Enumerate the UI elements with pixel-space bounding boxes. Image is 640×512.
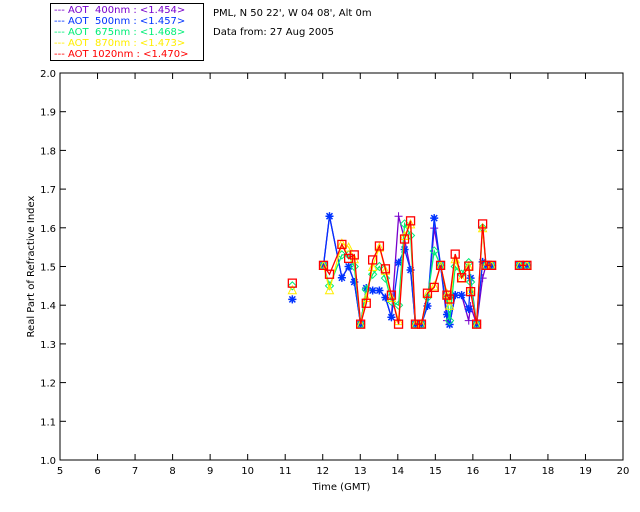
y-tick-label: 1.8 xyxy=(40,146,56,157)
y-tick-label: 1.1 xyxy=(40,417,56,428)
x-tick-label: 15 xyxy=(429,466,442,477)
star-marker xyxy=(325,212,334,221)
x-tick-label: 7 xyxy=(132,466,138,477)
y-tick-label: 1.4 xyxy=(40,301,56,312)
series-2 xyxy=(287,219,532,329)
x-tick-label: 9 xyxy=(207,466,213,477)
y-tick-label: 1.0 xyxy=(40,456,56,467)
x-tick-label: 10 xyxy=(241,466,254,477)
x-tick-label: 14 xyxy=(391,466,404,477)
x-tick-label: 17 xyxy=(504,466,517,477)
star-marker xyxy=(464,305,473,314)
star-marker xyxy=(337,273,346,282)
x-tick-label: 6 xyxy=(94,466,100,477)
series-line xyxy=(322,221,527,325)
star-marker xyxy=(344,262,353,271)
x-tick-label: 16 xyxy=(466,466,479,477)
plot-frame xyxy=(59,72,624,461)
star-marker xyxy=(430,214,439,223)
y-tick-label: 2.0 xyxy=(40,69,56,80)
y-tick-label: 1.2 xyxy=(40,379,56,390)
y-tick-label: 1.9 xyxy=(40,108,56,119)
star-marker xyxy=(375,286,384,295)
x-tick-label: 12 xyxy=(316,466,329,477)
y-tick-label: 1.3 xyxy=(40,340,56,351)
x-axis-label: Time (GMT) xyxy=(312,482,371,493)
x-tick-label: 5 xyxy=(57,466,63,477)
x-tick-label: 18 xyxy=(542,466,555,477)
plus-marker xyxy=(394,212,403,221)
x-tick-label: 11 xyxy=(279,466,292,477)
plus-marker xyxy=(464,316,473,325)
y-axis-label: Real Part of Refractive Index xyxy=(26,195,37,337)
plot-area: 5 6 7 8 9 10 11 12 13 14 15 16 17 18 19 20 1.0 1.1 1.2 1.3 1… xyxy=(26,69,630,493)
star-marker xyxy=(457,291,466,300)
x-tick-label: 20 xyxy=(617,466,630,477)
series-3 xyxy=(287,218,532,329)
y-tick-label: 1.7 xyxy=(40,185,56,196)
x-tick-label: 13 xyxy=(354,466,367,477)
star-marker xyxy=(288,295,297,304)
chart-window: --- AOT 400nm : <1.454> --- AOT 500nm : <… xyxy=(0,0,640,512)
x-tick-label: 19 xyxy=(579,466,592,477)
x-tick-label: 8 xyxy=(169,466,175,477)
y-tick-label: 1.5 xyxy=(40,263,56,274)
y-tick-label: 1.6 xyxy=(40,224,56,235)
